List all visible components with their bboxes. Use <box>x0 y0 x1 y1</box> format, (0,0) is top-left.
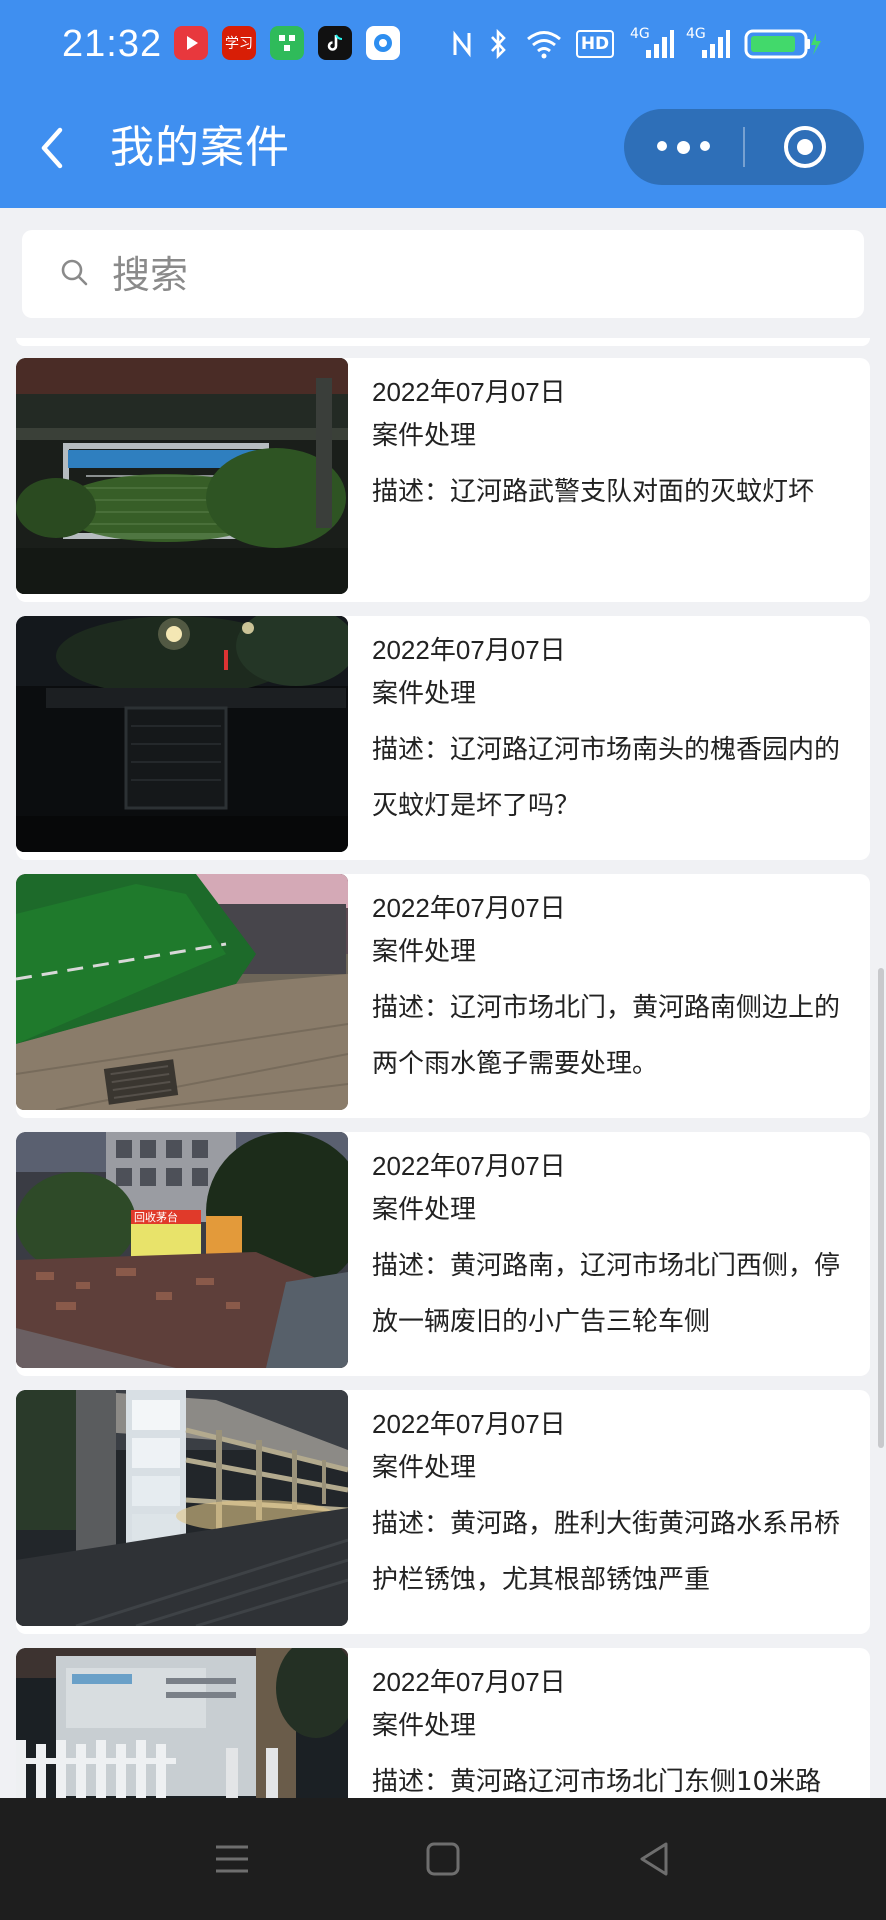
signal-sim1-label: 4G <box>630 26 650 42</box>
bluetooth-icon <box>484 24 512 64</box>
search-box[interactable] <box>22 230 864 320</box>
case-description: 描述：辽河市场北门，黄河路南侧边上的两个雨水篦子需要处理。 <box>372 993 841 1079</box>
case-description: 描述：黄河路辽河市场北门东侧10米路 <box>372 1767 822 1797</box>
case-info: 2022年07月07日 案件处理 描述：黄河路，胜利大街黄河路水系吊桥护栏锈蚀，… <box>372 1404 862 1608</box>
case-photo[interactable] <box>16 358 348 594</box>
case-info: 2022年07月07日 案件处理 描述：黄河路辽河市场北门东侧10米路 <box>372 1662 862 1798</box>
case-info: 2022年07月07日 案件处理 描述：辽河市场北门，黄河路南侧边上的两个雨水篦… <box>372 888 862 1092</box>
search-input[interactable] <box>110 230 834 320</box>
menu-icon <box>216 1845 248 1873</box>
hd-label: HD <box>575 30 615 58</box>
case-card[interactable]: 2022年07月07日 案件处理 描述：辽河市场北门，黄河路南侧边上的两个雨水篦… <box>16 874 870 1118</box>
target-close-icon <box>783 126 826 168</box>
square-home-icon <box>426 1842 460 1876</box>
case-photo-image: 回收茅台 <box>16 1132 348 1368</box>
back-button[interactable] <box>30 120 82 176</box>
case-type: 案件处理 <box>372 1453 477 1483</box>
case-info: 2022年07月07日 案件处理 描述：辽河路武警支队对面的灭蚊灯坏 <box>372 372 862 520</box>
case-description: 描述：黄河路，胜利大街黄河路水系吊桥护栏锈蚀，尤其根部锈蚀严重 <box>372 1509 841 1595</box>
case-description: 描述：辽河路武警支队对面的灭蚊灯坏 <box>372 477 815 507</box>
home-button[interactable] <box>383 1798 503 1920</box>
signal-sim2-icon: 4G <box>686 24 730 64</box>
case-photo-image <box>16 874 348 1110</box>
system-back-button[interactable] <box>594 1798 714 1920</box>
case-card[interactable]: 2022年07月07日 案件处理 描述：辽河路武警支队对面的灭蚊灯坏 <box>16 358 870 602</box>
case-card[interactable]: 2022年07月07日 案件处理 描述：辽河路辽河市场南头的槐香园内的灭蚊灯是坏… <box>16 616 870 860</box>
status-time: 21:32 <box>62 23 163 65</box>
header: 21:32 学习 HD 4G 4G 我的案件 <box>0 0 886 208</box>
case-photo-image <box>16 1390 348 1626</box>
case-description: 描述：辽河路辽河市场南头的槐香园内的灭蚊灯是坏了吗？ <box>372 735 841 821</box>
video-app-icon <box>174 26 208 60</box>
hd-icon: HD <box>575 24 615 64</box>
record-app-icon <box>366 26 400 60</box>
case-list: 2022年07月07日 案件处理 描述：辽河路武警支队对面的灭蚊灯坏 2022年… <box>0 338 886 1798</box>
case-photo-image <box>16 358 348 594</box>
search-icon <box>61 259 88 286</box>
battery-icon <box>744 24 822 64</box>
chevron-left-icon <box>41 127 63 169</box>
nfc-icon <box>448 24 476 64</box>
mini-program-capsule <box>624 109 864 185</box>
scrollbar[interactable] <box>878 968 884 1448</box>
case-date: 2022年07月07日 <box>372 1667 566 1697</box>
more-button[interactable] <box>624 109 742 185</box>
case-info: 2022年07月07日 案件处理 描述：黄河路南，辽河市场北门西侧，停放一辆废旧… <box>372 1146 862 1350</box>
signal-sim1-icon: 4G <box>630 24 674 64</box>
case-date: 2022年07月07日 <box>372 893 566 923</box>
wechat-work-app-icon <box>270 26 304 60</box>
case-date: 2022年07月07日 <box>372 377 566 407</box>
case-type: 案件处理 <box>372 937 477 967</box>
system-nav-bar <box>0 1798 886 1920</box>
case-photo-image <box>16 1648 348 1798</box>
case-card[interactable]: 2022年07月07日 案件处理 描述：黄河路辽河市场北门东侧10米路 <box>16 1648 870 1798</box>
case-type: 案件处理 <box>372 421 477 451</box>
status-bar: 21:32 学习 HD 4G 4G <box>0 0 886 86</box>
case-card[interactable]: 回收茅台 2022年07月07日 案件处理 描述：黄河路南，辽河市场北门西侧，停… <box>16 1132 870 1376</box>
study-app-icon: 学习 <box>222 26 256 60</box>
more-dots-icon <box>652 140 715 154</box>
case-date: 2022年07月07日 <box>372 1151 566 1181</box>
signal-sim2-label: 4G <box>686 26 706 42</box>
sign-recycle-text: 回收茅台 <box>134 1210 178 1224</box>
case-type: 案件处理 <box>372 679 477 709</box>
page-title: 我的案件 <box>110 122 290 173</box>
screen: 21:32 学习 HD 4G 4G 我的案件 搜索 2022年07月07日 案件… <box>0 0 886 1920</box>
case-description: 描述：黄河路南，辽河市场北门西侧，停放一辆废旧的小广告三轮车侧 <box>372 1251 841 1337</box>
nav-bar: 我的案件 <box>0 98 886 204</box>
recent-apps-button[interactable] <box>172 1798 292 1920</box>
case-date: 2022年07月07日 <box>372 635 566 665</box>
triangle-back-icon <box>640 1842 668 1876</box>
case-date: 2022年07月07日 <box>372 1409 566 1439</box>
search-area <box>0 208 886 338</box>
case-info: 2022年07月07日 案件处理 描述：辽河路辽河市场南头的槐香园内的灭蚊灯是坏… <box>372 630 862 834</box>
case-photo[interactable] <box>16 616 348 852</box>
case-photo[interactable]: 回收茅台 <box>16 1132 348 1368</box>
close-mini-program-button[interactable] <box>745 109 864 185</box>
case-photo-image <box>16 616 348 852</box>
case-photo[interactable] <box>16 1390 348 1626</box>
wifi-icon <box>524 24 564 64</box>
case-photo[interactable] <box>16 1648 348 1798</box>
case-type: 案件处理 <box>372 1195 477 1225</box>
case-type: 案件处理 <box>372 1711 477 1741</box>
tiktok-app-icon <box>318 26 352 60</box>
case-photo[interactable] <box>16 874 348 1110</box>
case-card[interactable]: 2022年07月07日 案件处理 描述：黄河路，胜利大街黄河路水系吊桥护栏锈蚀，… <box>16 1390 870 1634</box>
previous-card-edge <box>16 338 870 346</box>
